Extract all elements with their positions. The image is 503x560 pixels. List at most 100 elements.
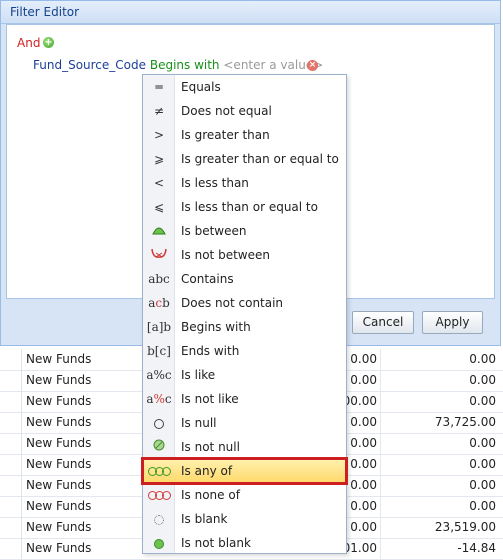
menu-item-is-none-of[interactable]: Is none of: [143, 483, 346, 507]
filter-condition: Fund_Source_Code Begins with <enter a va…: [33, 58, 323, 72]
menu-item-is-like[interactable]: a%c Is like: [143, 363, 346, 387]
menu-item-label: Is none of: [181, 488, 240, 502]
blank-icon: [145, 510, 173, 528]
null-icon: [145, 414, 173, 432]
menu-item-ends-with[interactable]: b[c] Ends with: [143, 339, 346, 363]
amount-cell: 0.00: [469, 394, 496, 408]
fund-name-cell: New Funds: [26, 499, 92, 513]
menu-item-begins-with[interactable]: [a]b Begins with: [143, 315, 346, 339]
fund-name-cell: New Funds: [26, 394, 92, 408]
window-title-bar[interactable]: Filter Editor: [1, 1, 500, 24]
amount-cell: -14.84: [457, 541, 496, 555]
fund-name-cell: New Funds: [26, 541, 92, 555]
menu-item-equals[interactable]: ═ Equals: [143, 75, 346, 99]
amount-cell: 23,519.00: [434, 520, 496, 534]
less-equal-icon: ⩽: [153, 200, 165, 214]
greater-equal-icon: ⩾: [153, 152, 165, 166]
menu-item-greater-or-equal[interactable]: ⩾ Is greater than or equal to: [143, 147, 346, 171]
menu-item-contains[interactable]: abc Contains: [143, 267, 346, 291]
fund-name-cell: New Funds: [26, 415, 92, 429]
menu-item-greater-than[interactable]: > Is greater than: [143, 123, 346, 147]
menu-item-is-blank[interactable]: Is blank: [143, 507, 346, 531]
between-icon: [145, 222, 173, 240]
cancel-button[interactable]: Cancel: [352, 311, 414, 334]
condition-operator-link[interactable]: Begins with: [150, 58, 220, 72]
amount-cell: 0.00: [350, 520, 377, 534]
row-handle[interactable]: [0, 517, 22, 538]
add-condition-icon[interactable]: +: [43, 37, 54, 48]
not-null-icon: [145, 438, 173, 456]
menu-item-does-not-equal[interactable]: ≠ Does not equal: [143, 99, 346, 123]
menu-item-less-than[interactable]: < Is less than: [143, 171, 346, 195]
menu-item-label: Is not like: [181, 392, 239, 406]
begins-with-icon: [a]b: [146, 320, 172, 334]
operator-dropdown-menu: ═ Equals ≠ Does not equal > Is greater t…: [141, 74, 348, 555]
equals-icon: ═: [155, 80, 163, 94]
remove-condition-icon[interactable]: ×: [307, 60, 318, 71]
menu-item-label: Equals: [181, 80, 221, 94]
fund-name-cell: New Funds: [26, 520, 92, 534]
menu-item-label: Is not null: [181, 440, 240, 454]
row-handle[interactable]: [0, 496, 22, 517]
menu-item-is-between[interactable]: Is between: [143, 219, 346, 243]
row-handle[interactable]: [0, 412, 22, 433]
menu-item-label: Is less than or equal to: [181, 200, 318, 214]
not-like-icon: a%c: [146, 392, 172, 406]
not-contains-icon: acb: [148, 296, 170, 310]
menu-item-is-not-null[interactable]: Is not null: [143, 435, 346, 459]
amount-cell: 0.00: [350, 499, 377, 513]
row-handle[interactable]: [0, 475, 22, 496]
group-operator-link[interactable]: And: [17, 36, 40, 50]
none-of-icon: [145, 486, 173, 504]
amount-cell: 0.00: [350, 352, 377, 366]
amount-cell: 0.00: [350, 478, 377, 492]
menu-item-label: Ends with: [181, 344, 240, 358]
row-handle[interactable]: [0, 391, 22, 412]
amount-cell: 0.00: [469, 478, 496, 492]
menu-item-is-not-like[interactable]: a%c Is not like: [143, 387, 346, 411]
condition-field-link[interactable]: Fund_Source_Code: [33, 58, 146, 72]
row-handle[interactable]: [0, 538, 22, 559]
apply-button[interactable]: Apply: [422, 311, 483, 334]
amount-cell: 73,725.00: [434, 415, 496, 429]
row-handle[interactable]: [0, 433, 22, 454]
amount-cell: 0.00: [469, 499, 496, 513]
menu-item-less-or-equal[interactable]: ⩽ Is less than or equal to: [143, 195, 346, 219]
menu-item-label: Is greater than: [181, 128, 270, 142]
fund-name-cell: New Funds: [26, 436, 92, 450]
less-than-icon: <: [153, 176, 165, 190]
window-title: Filter Editor: [10, 5, 80, 19]
amount-cell: 0.00: [350, 457, 377, 471]
not-between-icon: [145, 246, 173, 264]
amount-cell: 0.00: [350, 436, 377, 450]
ends-with-icon: b[c]: [147, 344, 171, 358]
row-handle[interactable]: [0, 349, 22, 370]
menu-item-label: Is not between: [181, 248, 270, 262]
menu-item-is-null[interactable]: Is null: [143, 411, 346, 435]
amount-cell: 0.00: [350, 373, 377, 387]
menu-item-label: Is like: [181, 368, 216, 382]
row-handle[interactable]: [0, 370, 22, 391]
contains-icon: abc: [148, 272, 170, 286]
menu-item-label: Is between: [181, 224, 247, 238]
like-icon: a%c: [146, 368, 172, 382]
menu-item-does-not-contain[interactable]: acb Does not contain: [143, 291, 346, 315]
menu-item-label: Does not contain: [181, 296, 284, 310]
fund-name-cell: New Funds: [26, 457, 92, 471]
menu-item-label: Begins with: [181, 320, 251, 334]
greater-than-icon: >: [153, 128, 165, 142]
row-handle[interactable]: [0, 454, 22, 475]
menu-item-label: Contains: [181, 272, 234, 286]
menu-item-label: Is null: [181, 416, 217, 430]
menu-item-label: Is greater than or equal to: [181, 152, 339, 166]
menu-item-label: Is blank: [181, 512, 228, 526]
menu-item-label: Is not blank: [181, 536, 251, 550]
menu-item-is-not-blank[interactable]: Is not blank: [143, 531, 346, 555]
not-blank-icon: [145, 534, 173, 552]
not-equal-icon: ≠: [153, 104, 165, 118]
menu-item-is-any-of[interactable]: Is any of: [141, 457, 348, 485]
menu-item-label: Is less than: [181, 176, 249, 190]
amount-cell: 00.00: [342, 394, 377, 408]
menu-item-is-not-between[interactable]: Is not between: [143, 243, 346, 267]
amount-cell: 0.00: [469, 352, 496, 366]
